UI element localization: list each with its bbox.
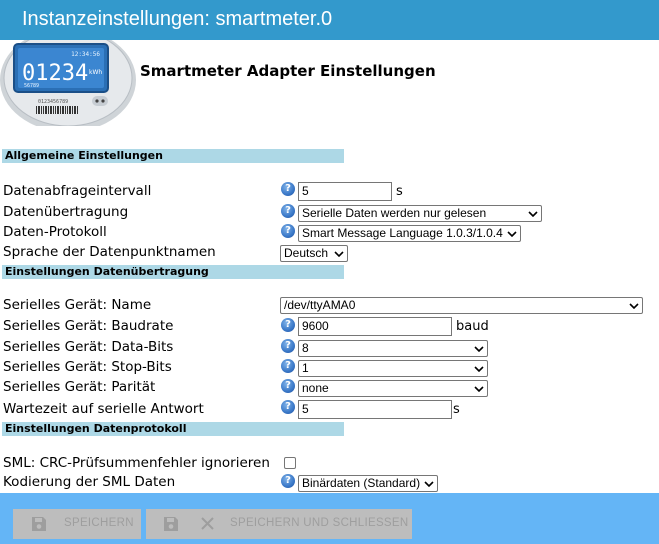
help-icon[interactable]: ? [281, 182, 295, 196]
baudrate-unit: baud [456, 319, 489, 334]
label-protocol: Daten-Protokoll [3, 224, 107, 240]
logo-unit: kWh [89, 69, 102, 76]
help-icon[interactable]: ? [281, 224, 295, 238]
logo-time: 12:34:56 [71, 51, 100, 58]
crc-checkbox[interactable] [284, 457, 296, 469]
footer-bar: SPEICHERN SPEICHERN UND SCHLIESSEN [0, 493, 659, 544]
chevron-down-icon [474, 366, 484, 372]
protocol-select[interactable]: Smart Message Language 1.0.3/1.0.4 [298, 225, 521, 242]
floppy-disk-icon [32, 517, 46, 531]
databits-select-value: 8 [302, 341, 309, 355]
save-and-close-button-label: SPEICHERN UND SCHLIESSEN [230, 517, 409, 529]
chevron-down-icon [528, 211, 538, 217]
help-icon[interactable]: ? [281, 318, 295, 332]
page-heading: Smartmeter Adapter Einstellungen [140, 62, 436, 80]
chevron-down-icon [629, 303, 639, 309]
encoding-select[interactable]: Binärdaten (Standard) [298, 475, 438, 492]
label-encoding: Kodierung der SML Daten [3, 474, 176, 490]
encoding-select-value: Binärdaten (Standard) [302, 476, 421, 490]
chevron-down-icon [474, 386, 484, 392]
label-language: Sprache der Datenpunktnamen [3, 244, 216, 260]
save-button[interactable]: SPEICHERN [13, 509, 141, 539]
device-select-value: /dev/ttyAMA0 [284, 298, 356, 312]
language-select-value: Deutsch [284, 246, 329, 260]
interval-input[interactable]: 5 [298, 182, 392, 201]
stopbits-select[interactable]: 1 [298, 360, 488, 377]
chevron-down-icon [474, 346, 484, 352]
label-stopbits: Serielles Gerät: Stop-Bits [3, 359, 172, 375]
help-icon[interactable]: ? [281, 400, 295, 414]
smartmeter-logo: 12:34:56 01234 kWh 56789 0123456789 [0, 40, 136, 126]
chevron-down-icon [334, 251, 344, 257]
chevron-down-icon [507, 231, 517, 237]
save-button-label: SPEICHERN [64, 517, 134, 529]
logo-small-number: 56789 [24, 83, 39, 89]
help-icon[interactable]: ? [281, 204, 295, 218]
section-protocol: Einstellungen Datenprotokoll [2, 422, 344, 436]
label-interval: Datenabfrageintervall [3, 183, 152, 199]
interval-unit: s [396, 184, 403, 199]
transfer-select[interactable]: Serielle Daten werden nur gelesen [298, 205, 542, 222]
parity-select[interactable]: none [298, 380, 488, 397]
save-and-close-button[interactable]: SPEICHERN UND SCHLIESSEN [146, 509, 412, 539]
title-bar: Instanzeinstellungen: smartmeter.0 [0, 0, 659, 40]
help-icon[interactable]: ? [281, 339, 295, 353]
label-parity: Serielles Gerät: Parität [3, 379, 156, 395]
help-icon[interactable]: ? [281, 359, 295, 373]
label-databits: Serielles Gerät: Data-Bits [3, 339, 174, 355]
device-select[interactable]: /dev/ttyAMA0 [280, 297, 643, 314]
databits-select[interactable]: 8 [298, 340, 488, 357]
parity-select-value: none [302, 381, 329, 395]
label-transfer: Datenübertragung [3, 204, 129, 220]
chevron-down-icon [424, 481, 434, 487]
transfer-select-value: Serielle Daten werden nur gelesen [302, 206, 487, 220]
label-timeout: Wartezeit auf serielle Antwort [3, 401, 204, 417]
label-baudrate: Serielles Gerät: Baudrate [3, 318, 174, 334]
help-icon[interactable]: ? [281, 474, 295, 488]
baudrate-input[interactable]: 9600 [298, 317, 452, 336]
section-transfer: Einstellungen Datenübertragung [2, 265, 344, 279]
timeout-unit: s [453, 402, 460, 417]
section-general: Allgemeine Einstellungen [2, 149, 344, 163]
help-icon[interactable]: ? [281, 379, 295, 393]
floppy-disk-icon [164, 517, 178, 531]
label-device: Serielles Gerät: Name [3, 297, 152, 313]
timeout-input[interactable]: 5 [298, 400, 452, 419]
label-crc: SML: CRC-Prüfsummenfehler ignorieren [3, 455, 270, 471]
language-select[interactable]: Deutsch [280, 245, 348, 262]
protocol-select-value: Smart Message Language 1.0.3/1.0.4 [302, 226, 503, 240]
window-title: Instanzeinstellungen: smartmeter.0 [22, 8, 333, 30]
close-icon [201, 517, 214, 530]
logo-serial: 0123456789 [38, 99, 68, 105]
stopbits-select-value: 1 [302, 361, 309, 375]
